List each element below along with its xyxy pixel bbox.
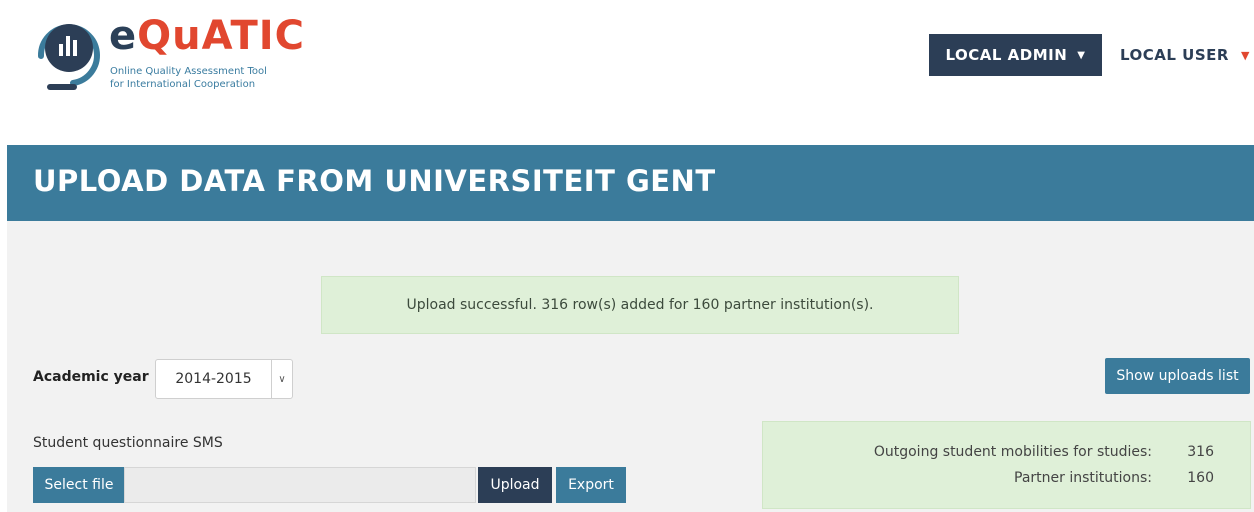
show-uploads-list-button[interactable]: Show uploads list [1105, 358, 1250, 394]
caret-down-icon: ▼ [1077, 49, 1086, 61]
logo-subtitle-line2: for International Cooperation [110, 79, 256, 90]
file-name-field[interactable] [124, 467, 476, 503]
stat-row: Partner institutions: 160 [1014, 470, 1214, 486]
export-button[interactable]: Export [556, 467, 626, 503]
local-user-menu[interactable]: LOCAL USER ▼ [1120, 34, 1250, 76]
page-title: UPLOAD DATA FROM UNIVERSITEIT GENT [33, 164, 716, 198]
academic-year-label: Academic year [33, 369, 149, 385]
local-user-label: LOCAL USER [1120, 46, 1229, 64]
stat-row: Outgoing student mobilities for studies:… [874, 444, 1214, 460]
chevron-down-icon: ∨ [271, 360, 292, 398]
academic-year-value: 2014-2015 [175, 371, 252, 387]
site-header: eQuATIC Online Quality Assessment Tool f… [0, 0, 1254, 145]
main-content: Upload successful. 316 row(s) added for … [7, 221, 1254, 512]
equatic-logo-icon [37, 24, 100, 90]
select-file-button[interactable]: Select file [33, 467, 125, 503]
logo-title-rest: QuATIC [137, 13, 305, 59]
logo-subtitle-line1: Online Quality Assessment Tool [110, 66, 267, 77]
upload-success-alert: Upload successful. 316 row(s) added for … [321, 276, 959, 334]
logo[interactable]: eQuATIC Online Quality Assessment Tool f… [33, 10, 304, 94]
stat-value: 160 [1187, 470, 1214, 486]
local-admin-menu-button[interactable]: LOCAL ADMIN ▼ [929, 34, 1102, 76]
logo-subtitle: Online Quality Assessment Tool for Inter… [110, 65, 267, 91]
upload-stats-panel: Outgoing student mobilities for studies:… [762, 421, 1251, 509]
alert-message: Upload successful. 316 row(s) added for … [406, 297, 874, 313]
caret-down-icon: ▼ [1240, 48, 1250, 62]
local-admin-label: LOCAL ADMIN [945, 46, 1068, 64]
page-banner: UPLOAD DATA FROM UNIVERSITEIT GENT [7, 145, 1254, 221]
logo-title: eQuATIC [109, 13, 305, 59]
questionnaire-label: Student questionnaire SMS [33, 435, 223, 451]
academic-year-select[interactable]: 2014-2015 ∨ [155, 359, 293, 399]
stat-label: Outgoing student mobilities for studies: [873, 444, 1152, 460]
upload-button[interactable]: Upload [478, 467, 552, 503]
stat-value: 316 [1187, 444, 1214, 460]
stat-label: Partner institutions: [1014, 470, 1152, 486]
